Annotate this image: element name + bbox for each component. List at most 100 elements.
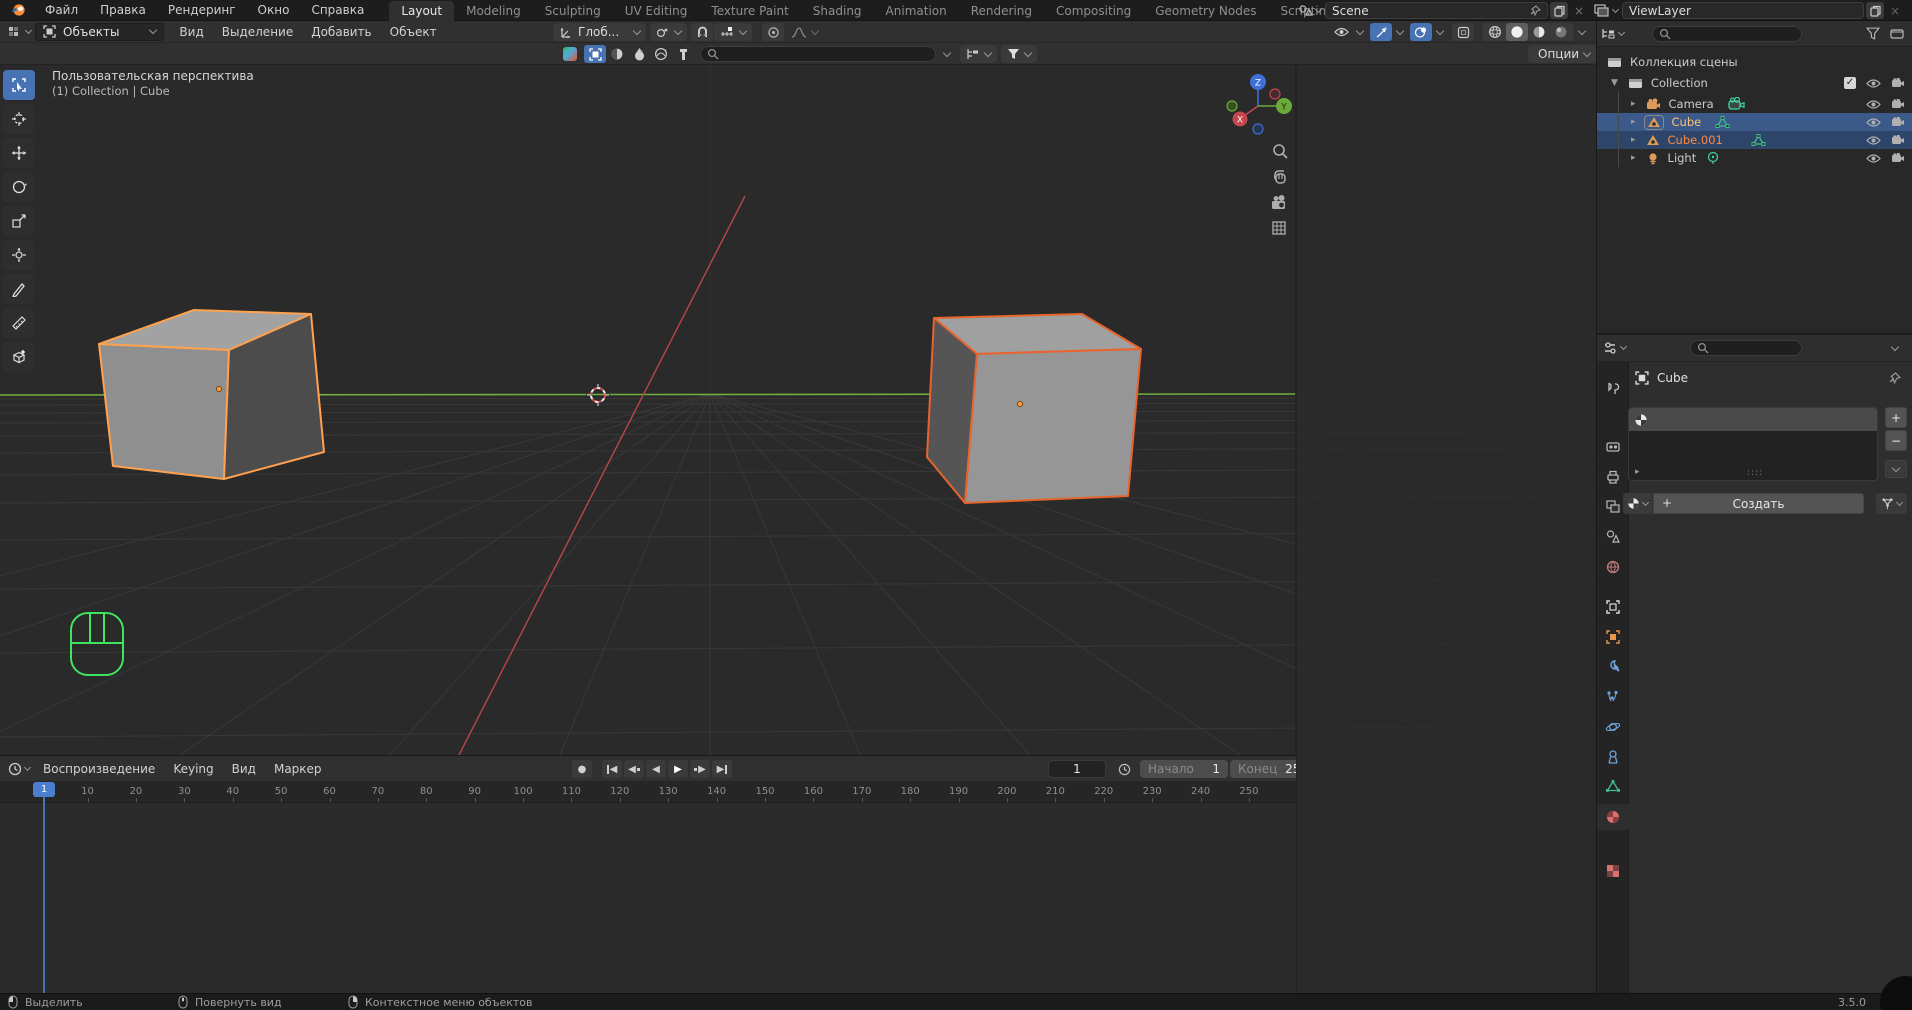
filter-type-dropdown[interactable] <box>960 45 997 63</box>
play-button[interactable]: ▶ <box>668 760 688 778</box>
outliner-row-cube[interactable]: ▸ Cube <box>1597 113 1912 131</box>
workspace-tab-rendering[interactable]: Rendering <box>959 1 1044 21</box>
view-layer-remove-button[interactable]: × <box>1886 2 1904 19</box>
tool-search-input[interactable] <box>700 46 936 62</box>
properties-tab-render[interactable] <box>1597 434 1629 460</box>
properties-tab-collection[interactable] <box>1597 594 1629 620</box>
tool-select-box-button[interactable] <box>3 70 35 100</box>
tool-annotate-button[interactable] <box>3 274 35 304</box>
topbar-menu-рендеринг[interactable]: Рендеринг <box>157 0 247 21</box>
properties-tab-object[interactable] <box>1597 624 1629 650</box>
object-visibility-button[interactable] <box>1330 23 1352 41</box>
shading-rendered-button[interactable] <box>1550 23 1572 41</box>
timeline-editor-icon[interactable] <box>8 762 32 776</box>
next-keyframe-button[interactable]: ▶ <box>690 760 710 778</box>
topbar-menu-файл[interactable]: Файл <box>34 0 89 21</box>
disable-render-toggle[interactable] <box>1891 134 1905 146</box>
snap-target-dropdown[interactable] <box>714 23 753 41</box>
record-button[interactable]: ● <box>572 760 592 778</box>
timeline-channel-area[interactable] <box>0 803 1296 993</box>
tool-scale-button[interactable] <box>3 206 35 236</box>
select-mode-subtract-button[interactable] <box>628 45 650 63</box>
disable-render-toggle[interactable] <box>1891 77 1905 89</box>
viewport-3d[interactable]: Пользовательская перспектива (1) Collect… <box>0 65 1596 755</box>
workspace-tab-animation[interactable]: Animation <box>874 1 959 21</box>
proportional-falloff-dropdown[interactable] <box>785 23 824 41</box>
properties-tab-particles[interactable] <box>1597 684 1629 710</box>
tool-measure-button[interactable] <box>3 308 35 338</box>
browse-material-button[interactable] <box>1623 493 1652 514</box>
disable-render-toggle[interactable] <box>1891 152 1905 164</box>
timeline-ruler[interactable]: 1102030405060708090100110120130140150160… <box>0 781 1296 803</box>
outliner-filter-icon[interactable] <box>1866 27 1880 40</box>
view-layer-copy-button[interactable] <box>1866 2 1884 19</box>
outliner-search-input[interactable] <box>1652 25 1802 42</box>
show-gizmo-button[interactable] <box>1370 23 1392 41</box>
current-frame-field[interactable]: 1 <box>1048 760 1106 778</box>
slot-list-grip[interactable]: :::: <box>1747 468 1763 478</box>
workspace-tab-compositing[interactable]: Compositing <box>1044 1 1143 21</box>
properties-tab-tool[interactable] <box>1597 376 1629 402</box>
blender-logo-icon[interactable] <box>10 3 26 17</box>
slot-expand-arrow[interactable]: ▸ <box>1635 467 1640 477</box>
use-preview-range-button[interactable] <box>1114 760 1134 778</box>
properties-tab-world[interactable] <box>1597 554 1629 580</box>
properties-tab-texture[interactable] <box>1597 858 1629 884</box>
disable-render-toggle[interactable] <box>1891 116 1905 128</box>
outliner-row-cube-001[interactable]: ▸ Cube.001 <box>1597 131 1912 149</box>
workspace-tab-uv-editing[interactable]: UV Editing <box>613 1 700 21</box>
hide-eye-toggle[interactable] <box>1866 153 1881 164</box>
properties-tab-physics[interactable] <box>1597 714 1629 740</box>
select-mode-intersect-button[interactable] <box>672 45 694 63</box>
viewport-zoom-button[interactable] <box>1266 137 1292 163</box>
view-layer-icon[interactable] <box>1594 3 1620 18</box>
shading-material-button[interactable] <box>1528 23 1550 41</box>
view-layer-name-field[interactable]: ViewLayer <box>1622 2 1864 19</box>
tool-cursor-3d-button[interactable] <box>3 104 35 134</box>
pin-icon[interactable] <box>1888 371 1901 385</box>
scene-icon[interactable] <box>1298 4 1323 18</box>
playhead-badge[interactable]: 1 <box>33 782 55 797</box>
properties-tab-material[interactable] <box>1597 804 1629 830</box>
remove-slot-button[interactable]: − <box>1885 430 1907 451</box>
timeline-menu-2[interactable]: Вид <box>223 762 265 776</box>
properties-tab-data[interactable] <box>1597 774 1629 800</box>
outliner-row-light[interactable]: ▸ Light <box>1597 149 1912 167</box>
properties-tab-output[interactable] <box>1597 464 1629 490</box>
topbar-menu-справка[interactable]: Справка <box>300 0 375 21</box>
playhead-line[interactable] <box>43 797 45 993</box>
hide-eye-toggle[interactable] <box>1866 78 1881 89</box>
frame-start-field[interactable]: Начало 1 <box>1140 760 1228 778</box>
tool-rotate-button[interactable] <box>3 172 35 202</box>
outliner-row-collection[interactable]: ▼ Collection ✓ <box>1597 74 1912 92</box>
select-mode-new-button[interactable] <box>584 45 606 63</box>
timeline-menu-1[interactable]: Keying <box>164 762 222 776</box>
play-reverse-button[interactable]: ◀ <box>646 760 666 778</box>
pivot-point-dropdown[interactable] <box>650 23 688 41</box>
orientation-dropdown[interactable]: Глоб... <box>553 23 647 41</box>
outliner-row-scene-collection[interactable]: Коллекция сцены <box>1597 53 1912 71</box>
select-mode-invert-button[interactable] <box>650 45 672 63</box>
collection-checkbox[interactable]: ✓ <box>1844 77 1856 89</box>
show-overlays-button[interactable] <box>1410 23 1432 41</box>
viewport-toggle-ortho-button[interactable] <box>1266 215 1292 241</box>
viewport-menu-0[interactable]: Вид <box>170 25 212 39</box>
scene-copy-button[interactable] <box>1550 2 1568 19</box>
filter-dropdown[interactable] <box>1001 45 1037 63</box>
properties-tab-modifiers[interactable] <box>1597 654 1629 680</box>
add-slot-button[interactable]: + <box>1885 407 1907 428</box>
workspace-tab-texture-paint[interactable]: Texture Paint <box>699 1 800 21</box>
jump-to-end-button[interactable]: ▶ <box>712 760 732 778</box>
snap-toggle-button[interactable] <box>691 23 714 41</box>
pin-icon[interactable] <box>1529 4 1541 17</box>
new-material-button[interactable]: + Создать <box>1653 493 1864 514</box>
xray-toggle-button[interactable] <box>1452 23 1474 41</box>
tool-transform-button[interactable] <box>3 240 35 270</box>
scene-unlink-button[interactable]: × <box>1570 2 1588 19</box>
workspace-tab-sculpting[interactable]: Sculpting <box>533 1 613 21</box>
hide-eye-toggle[interactable] <box>1866 99 1881 110</box>
properties-search-input[interactable] <box>1690 340 1802 356</box>
tool-add-cube-button[interactable] <box>3 342 35 372</box>
material-nodes-button[interactable] <box>1876 493 1907 514</box>
viewport-camera-view-button[interactable] <box>1266 189 1292 215</box>
